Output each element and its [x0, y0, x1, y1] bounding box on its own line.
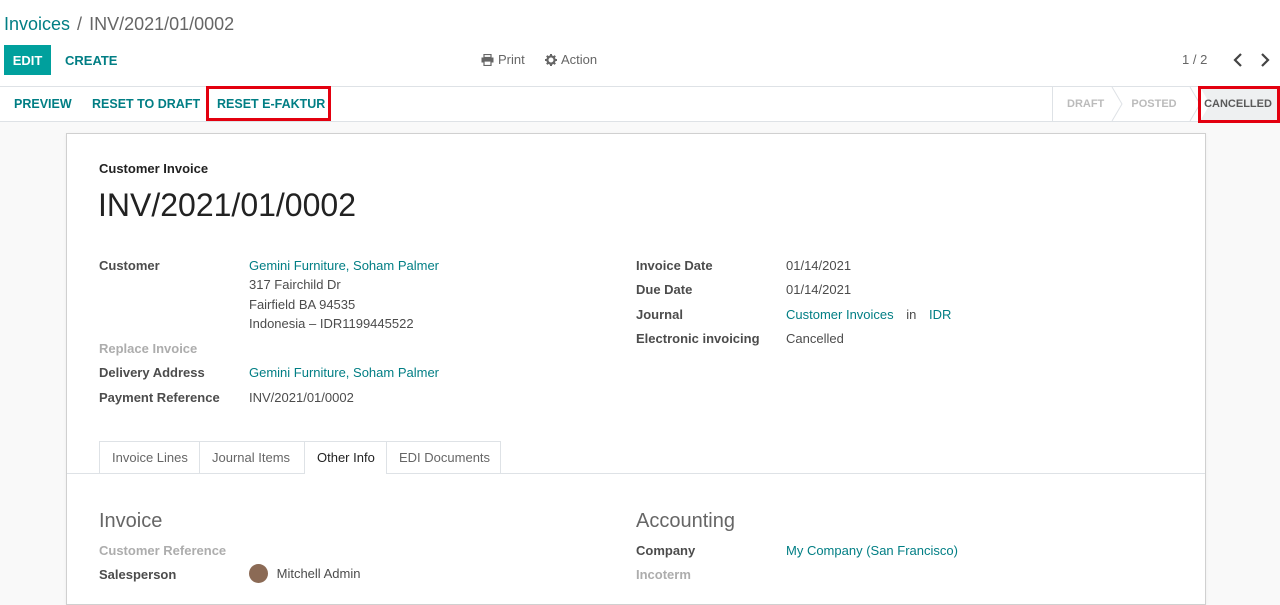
invoice-section-title: Invoice	[99, 510, 163, 532]
action-label: Action	[561, 52, 598, 67]
journal-currency-link[interactable]: IDR	[929, 307, 951, 322]
reset-to-draft-button[interactable]: RESET TO DRAFT	[92, 87, 200, 121]
salesperson-field[interactable]: Mitchell Admin	[249, 564, 360, 583]
payment-reference-label: Payment Reference	[99, 390, 220, 405]
address-line-3: Indonesia – IDR1199445522	[249, 316, 414, 331]
avatar	[249, 564, 268, 583]
incoterm-label: Incoterm	[636, 567, 691, 582]
print-dropdown[interactable]: Print	[481, 52, 525, 67]
tab-invoice-lines[interactable]: Invoice Lines	[99, 441, 200, 473]
breadcrumb-invoices-link[interactable]: Invoices	[4, 14, 70, 34]
electronic-invoicing-label: Electronic invoicing	[636, 331, 760, 346]
form-sheet: Customer Invoice INV/2021/01/0002 Custom…	[66, 133, 1206, 605]
breadcrumb-separator: /	[77, 14, 83, 34]
action-dropdown[interactable]: Action	[545, 52, 597, 67]
accounting-section-title: Accounting	[636, 510, 735, 532]
highlight-cancelled	[1198, 86, 1280, 123]
highlight-reset-e-faktur	[206, 86, 331, 121]
company-label: Company	[636, 543, 696, 558]
address-line-1: 317 Fairchild Dr	[249, 277, 341, 292]
salesperson-label: Salesperson	[99, 567, 177, 582]
print-label: Print	[498, 52, 525, 67]
pager-value[interactable]: 1 / 2	[1182, 52, 1207, 67]
salesperson-value: Mitchell Admin	[276, 566, 361, 581]
customer-label: Customer	[99, 258, 160, 273]
stage-posted[interactable]: POSTED	[1131, 87, 1177, 121]
journal-label: Journal	[636, 307, 683, 322]
stage-draft[interactable]: DRAFT	[1067, 87, 1104, 121]
journal-in-text: in	[906, 307, 917, 322]
delivery-address-link[interactable]: Gemini Furniture, Soham Palmer	[249, 365, 439, 380]
statusbar: PREVIEW RESET TO DRAFT RESET E-FAKTUR DR…	[0, 86, 1280, 123]
tab-edi-documents[interactable]: EDI Documents	[386, 441, 501, 473]
gear-icon	[545, 53, 557, 66]
tab-other-info[interactable]: Other Info	[304, 441, 387, 474]
delivery-address-label: Delivery Address	[99, 365, 205, 380]
customer-reference-label: Customer Reference	[99, 543, 227, 558]
tab-journal-items[interactable]: Journal Items	[199, 441, 305, 473]
due-date-label: Due Date	[636, 282, 693, 297]
electronic-invoicing-value: Cancelled	[786, 331, 844, 346]
print-icon	[481, 53, 494, 66]
invoice-number-title: INV/2021/01/0002	[98, 187, 356, 223]
address-line-2: Fairfield BA 94535	[249, 297, 356, 312]
company-link[interactable]: My Company (San Francisco)	[786, 543, 958, 558]
journal-link[interactable]: Customer Invoices	[786, 307, 894, 322]
payment-reference-value: INV/2021/01/0002	[249, 390, 354, 405]
control-panel: Invoices / INV/2021/01/0002 EDIT CREATE Pr…	[0, 0, 1280, 86]
due-date-value: 01/14/2021	[786, 282, 852, 297]
journal-field: Customer Invoices in IDR	[786, 307, 951, 322]
create-button[interactable]: CREATE	[57, 45, 125, 75]
edit-button[interactable]: EDIT	[4, 45, 51, 75]
chevron-left-icon[interactable]	[1232, 52, 1244, 68]
invoice-date-value: 01/14/2021	[786, 258, 852, 273]
invoice-type-label: Customer Invoice	[99, 161, 209, 176]
replace-invoice-label: Replace Invoice	[99, 341, 198, 356]
breadcrumb: Invoices / INV/2021/01/0002	[4, 12, 234, 36]
breadcrumb-current: INV/2021/01/0002	[89, 14, 235, 34]
notebook-divider	[67, 473, 1205, 474]
invoice-date-label: Invoice Date	[636, 258, 713, 273]
preview-button[interactable]: PREVIEW	[14, 87, 72, 121]
customer-link[interactable]: Gemini Furniture, Soham Palmer	[249, 258, 439, 273]
chevron-right-icon[interactable]	[1259, 52, 1271, 68]
